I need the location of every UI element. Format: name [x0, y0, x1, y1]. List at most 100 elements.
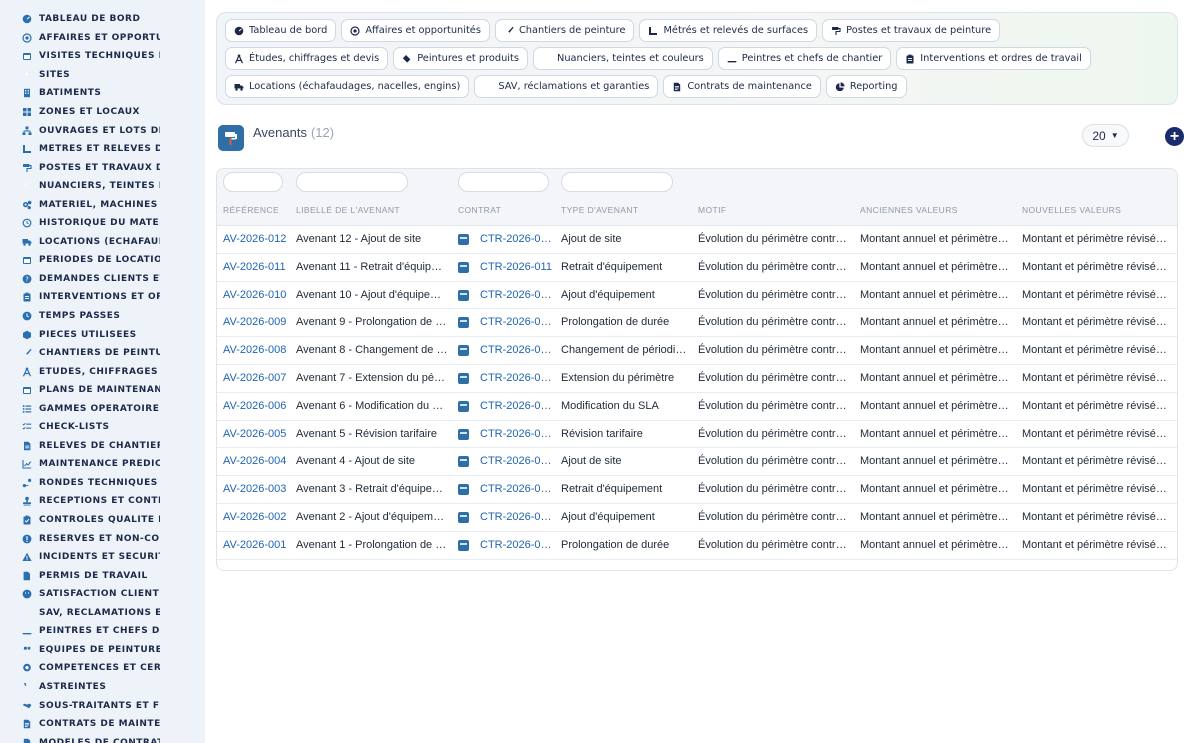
cell-reference[interactable]: AV-2026-012: [223, 226, 291, 254]
sidebar-item[interactable]: SITES: [0, 66, 160, 85]
sidebar-item[interactable]: VISITES TECHNIQUES ET: [0, 47, 160, 66]
table-row[interactable]: AV-2026-010 Avenant 10 - Ajout d'équipeme…: [217, 282, 1177, 310]
sidebar-item[interactable]: CONTRATS DE MAINTENA: [0, 715, 160, 734]
module-nav-pill[interactable]: Locations (échafaudages, nacelles, engin…: [225, 75, 470, 98]
table-row[interactable]: AV-2026-004 Avenant 4 - Ajout de site CTR-…: [217, 448, 1177, 477]
cell-reference[interactable]: AV-2026-008: [223, 337, 291, 365]
cell-contract[interactable]: CTR-2026-004: [480, 448, 552, 476]
sidebar-item[interactable]: CHANTIERS DE PEINTURI: [0, 344, 160, 363]
module-nav-pill[interactable]: Interventions et ordres de travail: [896, 47, 1091, 70]
sidebar-item[interactable]: GAMMES OPÉRATOIRES: [0, 399, 160, 418]
sidebar-item[interactable]: CONTRÔLES QUALITÉ ET: [0, 511, 160, 530]
sidebar-item[interactable]: LOCATIONS (ÉCHAFAUDA: [0, 233, 160, 252]
sidebar-item[interactable]: NUANCIERS, TEINTES ET: [0, 177, 160, 196]
module-nav-pill[interactable]: Nuanciers, teintes et couleurs: [532, 47, 713, 70]
table-row[interactable]: AV-2026-001 Avenant 1 - Prolongation de d…: [217, 532, 1177, 560]
sidebar-item[interactable]: COMPÉTENCES ET CERTI: [0, 659, 160, 678]
table-row[interactable]: AV-2026-007 Avenant 7 - Extension du péri…: [217, 365, 1177, 393]
cell-contract[interactable]: CTR-2026-005: [480, 421, 552, 449]
cell-reference[interactable]: AV-2026-011: [223, 254, 291, 282]
sidebar-item[interactable]: CHECK-LISTS: [0, 418, 160, 437]
column-header[interactable]: LIBELLÉ DE L'AVENANT: [296, 205, 400, 215]
cell-contract[interactable]: CTR-2026-011: [480, 254, 552, 282]
module-nav-pill[interactable]: SAV, réclamations et garanties: [474, 75, 659, 98]
sidebar-item[interactable]: MAINTENANCE PRÉDICTI: [0, 455, 160, 474]
cell-reference[interactable]: AV-2026-004: [223, 448, 291, 476]
sidebar-item[interactable]: AFFAIRES ET OPPORTUN: [0, 29, 160, 48]
sidebar-item[interactable]: MÉTRÉS ET RELEVÉS DE: [0, 140, 160, 159]
sidebar-item[interactable]: MODÈLES DE CONTRATS: [0, 733, 160, 743]
column-header[interactable]: NOUVELLES VALEURS: [1022, 205, 1121, 215]
table-row[interactable]: AV-2026-012 Avenant 12 - Ajout de site CTR…: [217, 226, 1177, 254]
sidebar-item[interactable]: RÉCEPTIONS ET CONTRÔ: [0, 492, 160, 511]
module-nav-pill[interactable]: Affaires et opportunités: [341, 19, 490, 42]
table-row[interactable]: AV-2026-005 Avenant 5 - Révision tarifair…: [217, 421, 1177, 449]
filter-label-input[interactable]: [296, 172, 408, 192]
sidebar-item[interactable]: PERMIS DE TRAVAIL: [0, 566, 160, 585]
filter-contract-input[interactable]: [458, 172, 549, 192]
cell-contract[interactable]: CTR-2026-007: [480, 365, 552, 393]
sidebar-item[interactable]: RÉSERVES ET NON-CONF: [0, 529, 160, 548]
module-nav-pill[interactable]: Reporting: [825, 75, 907, 98]
cell-contract[interactable]: CTR-2026-003: [480, 476, 552, 504]
sidebar-item[interactable]: HISTORIQUE DU MATÉRIE: [0, 214, 160, 233]
module-nav-pill[interactable]: Métrés et relevés de surfaces: [639, 19, 818, 42]
cell-reference[interactable]: AV-2026-009: [223, 309, 291, 337]
cell-reference[interactable]: AV-2026-002: [223, 504, 291, 532]
table-row[interactable]: AV-2026-011 Avenant 11 - Retrait d'équipe…: [217, 254, 1177, 282]
sidebar-item[interactable]: PÉRIODES DE LOCATION: [0, 251, 160, 270]
table-row[interactable]: AV-2026-009 Avenant 9 - Prolongation de d…: [217, 309, 1177, 338]
page-size-select[interactable]: 20 ▼: [1082, 124, 1129, 147]
module-nav-pill[interactable]: Peintres et chefs de chantier: [717, 47, 892, 70]
module-nav-pill[interactable]: Postes et travaux de peinture: [822, 19, 1001, 42]
module-nav-pill[interactable]: Chantiers de peinture: [494, 19, 635, 42]
cell-contract[interactable]: CTR-2026-002: [480, 504, 552, 532]
column-header[interactable]: MOTIF: [698, 205, 726, 215]
cell-contract[interactable]: CTR-2026-012: [480, 226, 552, 254]
sidebar-item[interactable]: TEMPS PASSÉS: [0, 307, 160, 326]
sidebar-item[interactable]: ZONES ET LOCAUX: [0, 103, 160, 122]
cell-reference[interactable]: AV-2026-001: [223, 532, 291, 560]
table-row[interactable]: AV-2026-006 Avenant 6 - Modification du S…: [217, 393, 1177, 421]
sidebar-item[interactable]: MATÉRIEL, MACHINES ET: [0, 195, 160, 214]
sidebar-item[interactable]: RELEVÉS DE CHANTIER: [0, 437, 160, 456]
sidebar-item[interactable]: TABLEAU DE BORD: [0, 10, 160, 29]
sidebar-item[interactable]: BÂTIMENTS: [0, 84, 160, 103]
module-nav-pill[interactable]: Tableau de bord: [225, 19, 337, 42]
sidebar-item[interactable]: SAV, RÉCLAMATIONS ET: [0, 604, 160, 623]
column-header[interactable]: CONTRAT: [458, 205, 501, 215]
cell-contract[interactable]: CTR-2026-009: [480, 309, 552, 337]
cell-reference[interactable]: AV-2026-006: [223, 393, 291, 421]
sidebar-item[interactable]: PLANS DE MAINTENANCE: [0, 381, 160, 400]
cell-reference[interactable]: AV-2026-005: [223, 421, 291, 449]
cell-reference[interactable]: AV-2026-003: [223, 476, 291, 504]
sidebar-item[interactable]: INTERVENTIONS ET ORDI: [0, 288, 160, 307]
column-header[interactable]: RÉFÉRENCE: [223, 205, 279, 215]
cell-contract[interactable]: CTR-2026-010: [480, 282, 552, 310]
module-nav-pill[interactable]: Peintures et produits: [393, 47, 528, 70]
sidebar-item[interactable]: SATISFACTION CLIENT: [0, 585, 160, 604]
table-row[interactable]: AV-2026-002 Avenant 2 - Ajout d'équipemen…: [217, 504, 1177, 532]
sidebar-item[interactable]: ÉTUDES, CHIFFRAGES ET: [0, 362, 160, 381]
cell-contract[interactable]: CTR-2026-001: [480, 532, 552, 560]
module-nav-pill[interactable]: Contrats de maintenance: [663, 75, 821, 98]
column-header[interactable]: TYPE D'AVENANT: [561, 205, 638, 215]
sidebar-item[interactable]: INCIDENTS ET SÉCURITÉ: [0, 548, 160, 567]
filter-type-input[interactable]: [561, 172, 673, 192]
table-row[interactable]: AV-2026-008 Avenant 8 - Changement de pér…: [217, 337, 1177, 365]
sidebar-item[interactable]: ? DEMANDES CLIENTS ET I: [0, 270, 160, 289]
sidebar-item[interactable]: RONDES TECHNIQUES: [0, 474, 160, 493]
sidebar-item[interactable]: PIÈCES UTILISÉES: [0, 325, 160, 344]
cell-contract[interactable]: CTR-2026-006: [480, 393, 552, 421]
sidebar-item[interactable]: ASTREINTES: [0, 678, 160, 697]
cell-contract[interactable]: CTR-2026-008: [480, 337, 552, 365]
add-record-button[interactable]: +: [1165, 127, 1184, 146]
cell-reference[interactable]: AV-2026-007: [223, 365, 291, 393]
cell-reference[interactable]: AV-2026-010: [223, 282, 291, 310]
sidebar-item[interactable]: PEINTRES ET CHEFS DE: [0, 622, 160, 641]
sidebar-item[interactable]: POSTES ET TRAVAUX DE: [0, 158, 160, 177]
sidebar-item[interactable]: SOUS-TRAITANTS ET FOU: [0, 696, 160, 715]
filter-reference-input[interactable]: [223, 172, 283, 192]
column-header[interactable]: ANCIENNES VALEURS: [860, 205, 958, 215]
sidebar-item[interactable]: ÉQUIPES DE PEINTURE: [0, 641, 160, 660]
